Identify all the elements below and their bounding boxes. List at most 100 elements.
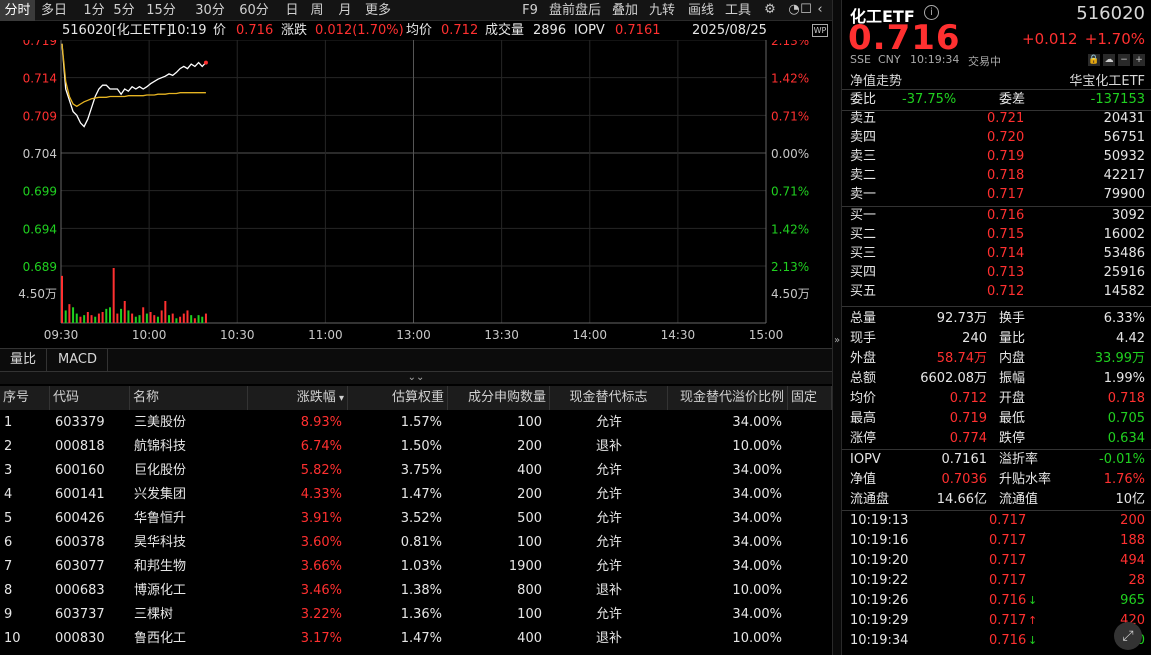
period-tab[interactable]: 周 bbox=[305, 0, 329, 21]
chevron-left-icon[interactable]: ‹ bbox=[812, 2, 828, 18]
stat-row: 净值 0.7036 升贴水率 1.76% bbox=[842, 470, 1151, 490]
period-tab[interactable]: 60分 bbox=[236, 0, 272, 21]
column-header[interactable]: 代码 bbox=[50, 386, 130, 410]
bid-row[interactable]: 买二 0.715 16002 bbox=[842, 225, 1151, 245]
table-row[interactable]: 8 000683 博源化工 3.46% 1.38% 800 退补 10.00% bbox=[0, 579, 832, 603]
tab-volume-ratio[interactable]: 量比 bbox=[0, 349, 48, 371]
period-tab[interactable]: 1分 bbox=[81, 0, 107, 21]
table-row[interactable]: 3 600160 巨化股份 5.82% 3.75% 400 允许 34.00% bbox=[0, 459, 832, 483]
table-row[interactable]: 2 000818 航锦科技 6.74% 1.50% 200 退补 10.00% bbox=[0, 435, 832, 459]
stat-label: IOPV bbox=[850, 452, 881, 467]
tick-time: 10:19:16 bbox=[850, 533, 909, 548]
toolbar-button[interactable]: 盘前盘后 bbox=[546, 0, 604, 21]
bid-row[interactable]: 买五 0.712 14582 bbox=[842, 282, 1151, 302]
collapse-right-icon[interactable]: » bbox=[834, 335, 840, 346]
ask-row[interactable]: 卖一 0.717 79900 bbox=[842, 185, 1151, 205]
column-header[interactable]: 估算权重 bbox=[348, 386, 448, 410]
book-price: 0.715 bbox=[987, 227, 1025, 242]
book-label: 买一 bbox=[850, 208, 877, 223]
table-cell: 200 bbox=[517, 439, 542, 454]
table-row[interactable]: 6 600378 昊华科技 3.60% 0.81% 100 允许 34.00% bbox=[0, 531, 832, 555]
period-tab[interactable]: 月 bbox=[332, 0, 358, 21]
ask-row[interactable]: 卖二 0.718 42217 bbox=[842, 166, 1151, 186]
toolbar-button[interactable]: 叠加 bbox=[610, 0, 640, 21]
toolbar-button[interactable]: 画线 bbox=[686, 0, 716, 21]
column-header-label: 成分申购数量 bbox=[467, 390, 546, 405]
table-cell: 允许 bbox=[595, 511, 622, 526]
bid-row[interactable]: 买四 0.713 25916 bbox=[842, 263, 1151, 283]
table-row[interactable]: 7 603077 和邦生物 3.66% 1.03% 1900 允许 34.00% bbox=[0, 555, 832, 579]
table-cell: 3.22% bbox=[300, 607, 342, 622]
table-cell: 603737 bbox=[55, 607, 105, 622]
panel-splitter[interactable]: » bbox=[832, 0, 842, 655]
lock-icon[interactable]: 🔒 bbox=[1088, 54, 1100, 66]
ask-row[interactable]: 卖五 0.721 20431 bbox=[842, 109, 1151, 129]
caret-down-icon[interactable]: ▾ bbox=[336, 393, 344, 404]
column-header[interactable]: 名称 bbox=[130, 386, 248, 410]
table-row[interactable]: 9 603737 三棵树 3.22% 1.36% 100 允许 34.00% bbox=[0, 603, 832, 627]
table-row[interactable]: 1 603379 三美股份 8.93% 1.57% 100 允许 34.00% bbox=[0, 411, 832, 435]
period-tab[interactable]: 多日 bbox=[37, 0, 71, 21]
period-tab[interactable]: 15分 bbox=[142, 0, 180, 21]
ask-row[interactable]: 卖三 0.719 50932 bbox=[842, 147, 1151, 167]
book-volume: 14582 bbox=[1103, 284, 1145, 299]
period-tab[interactable]: 5分 bbox=[109, 0, 139, 21]
stat-value: 0.718 bbox=[1107, 391, 1145, 406]
x-tick-label: 13:30 bbox=[484, 328, 519, 342]
period-tab[interactable]: 分时 bbox=[0, 0, 35, 21]
tick-row: 10:19:13 0.717 200 bbox=[842, 511, 1151, 531]
nav-trend-link[interactable]: 净值走势 bbox=[850, 70, 902, 89]
book-label: 卖二 bbox=[850, 168, 877, 183]
cloud-icon[interactable]: ☁ bbox=[1103, 54, 1115, 66]
period-tab[interactable]: 日 bbox=[282, 0, 302, 21]
column-header[interactable]: 涨跌幅 ▾ bbox=[248, 386, 348, 410]
stat-label: 最低 bbox=[999, 411, 1026, 426]
x-tick-label: 10:00 bbox=[132, 328, 167, 342]
period-tab[interactable]: 30分 bbox=[192, 0, 228, 21]
column-header[interactable]: 现金替代溢价比例 bbox=[668, 386, 788, 410]
table-cell: 3.17% bbox=[300, 631, 342, 646]
gear-icon[interactable]: ⚙ bbox=[762, 2, 778, 18]
stat-row: 均价 0.712 开盘 0.718 bbox=[842, 389, 1151, 409]
period-tab[interactable]: 更多 bbox=[361, 0, 395, 21]
book-volume: 42217 bbox=[1103, 168, 1145, 183]
table-row[interactable]: 4 600141 兴发集团 4.33% 1.47% 200 允许 34.00% bbox=[0, 483, 832, 507]
wp-icon[interactable]: WP bbox=[812, 24, 828, 37]
collapse-toggle-icon[interactable]: ⌄⌄ bbox=[0, 372, 832, 384]
column-header-label: 现金替代标志 bbox=[569, 390, 648, 405]
table-cell: 1.03% bbox=[400, 559, 442, 574]
column-header[interactable]: 序号 bbox=[0, 386, 50, 410]
toolbar-button[interactable]: 工具 bbox=[723, 0, 753, 21]
x-tick-label: 14:30 bbox=[661, 328, 696, 342]
column-header[interactable]: 现金替代标志 bbox=[550, 386, 668, 410]
row-label: 委差 bbox=[999, 92, 1026, 107]
table-cell: 允许 bbox=[595, 607, 622, 622]
table-row[interactable]: 5 600426 华鲁恒升 3.91% 3.52% 500 允许 34.00% bbox=[0, 507, 832, 531]
minus-icon[interactable]: − bbox=[1118, 54, 1130, 66]
bid-row[interactable]: 买一 0.716 3092 bbox=[842, 206, 1151, 226]
ask-row[interactable]: 卖四 0.720 56751 bbox=[842, 128, 1151, 148]
plus-icon[interactable]: + bbox=[1133, 54, 1145, 66]
stat-label: 溢折率 bbox=[999, 452, 1039, 467]
quote-panel: 化工ETF i 516020 0.716 +0.012 +1.70% SSE CNY 10:19… bbox=[842, 0, 1151, 655]
tab-macd[interactable]: MACD bbox=[48, 349, 108, 371]
table-cell: 6.74% bbox=[300, 439, 342, 454]
stat-label: 流通值 bbox=[999, 492, 1039, 507]
toolbar-button[interactable]: F9 bbox=[519, 0, 541, 21]
table-cell: 1.57% bbox=[400, 415, 442, 430]
expand-icon[interactable]: ⤢ bbox=[1114, 622, 1142, 650]
intraday-chart[interactable]: 0.719 2.13% 0.714 1.42% 0.709 0.71% 0.704 0.00%… bbox=[0, 40, 832, 346]
book-volume: 56751 bbox=[1103, 130, 1145, 145]
y-tick-label: 0.689 bbox=[23, 260, 57, 274]
table-cell: 允许 bbox=[595, 535, 622, 550]
bid-row[interactable]: 买三 0.714 53486 bbox=[842, 244, 1151, 264]
column-header[interactable]: 成分申购数量 bbox=[448, 386, 550, 410]
stat-label: 内盘 bbox=[999, 351, 1026, 366]
toolbar-button[interactable]: 九转 bbox=[647, 0, 677, 21]
table-row[interactable]: 10 000830 鲁西化工 3.17% 1.47% 400 退补 10.00% bbox=[0, 627, 832, 651]
stat-value: -0.01% bbox=[1099, 452, 1145, 467]
column-header[interactable]: 固定 bbox=[788, 386, 832, 410]
table-cell: 4 bbox=[4, 487, 13, 502]
table-cell: 3.52% bbox=[400, 511, 442, 526]
table-cell: 三棵树 bbox=[134, 607, 174, 622]
